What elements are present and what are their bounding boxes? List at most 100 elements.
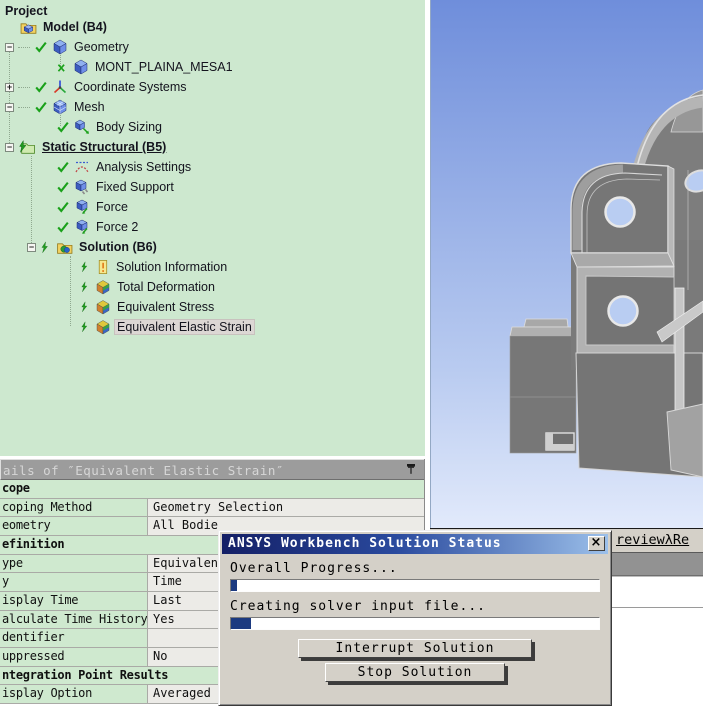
tree-item-label: Force 2 xyxy=(96,220,139,234)
result-cube-icon xyxy=(95,319,111,335)
body-cube-icon xyxy=(73,59,89,75)
tree-item-geometry[interactable]: − Geometry xyxy=(5,37,131,57)
lightning-icon xyxy=(80,280,91,294)
check-icon xyxy=(56,200,70,214)
overall-progress-label: Overall Progress... xyxy=(230,561,398,576)
tree-guide-line xyxy=(31,156,32,247)
tree-guide-line xyxy=(70,256,71,326)
solution-status-dialog: ANSYS Workbench Solution Status × Overal… xyxy=(218,530,612,706)
collapse-expander[interactable]: − xyxy=(5,42,14,52)
tree-item-model[interactable]: Model (B4) xyxy=(20,17,109,37)
solver-progress-fill xyxy=(231,618,252,629)
details-row-label: alculate Time History xyxy=(0,610,148,629)
tree-item-label: Equivalent Stress xyxy=(117,300,215,314)
tree-item-force-2[interactable]: Force 2 xyxy=(56,217,140,237)
details-section-label: cope xyxy=(0,480,424,498)
mesh-cube-icon xyxy=(52,99,68,115)
tree-item-label: Model (B4) xyxy=(43,20,107,34)
x-mark-icon xyxy=(56,61,69,74)
solver-progress-bar xyxy=(230,617,600,630)
force-icon xyxy=(74,219,90,235)
lightning-icon xyxy=(80,300,91,314)
tree-item-mesh[interactable]: − Mesh xyxy=(5,97,107,117)
geometry-cube-icon xyxy=(52,39,68,55)
check-icon xyxy=(56,120,70,134)
solution-information-icon xyxy=(95,259,110,275)
sizing-icon xyxy=(74,119,90,135)
details-row-value[interactable]: Geometry Selection xyxy=(148,498,424,517)
check-icon xyxy=(34,40,48,54)
details-row-label: y xyxy=(0,573,148,592)
fixed-support-icon xyxy=(74,179,90,195)
stop-solution-button[interactable]: Stop Solution xyxy=(325,663,505,682)
interrupt-solution-button[interactable]: Interrupt Solution xyxy=(298,639,532,658)
details-row-label: dentifier xyxy=(0,629,148,648)
tree-item-label: MONT_PLAINA_MESA1 xyxy=(95,60,233,74)
tree-item-coordinate-systems[interactable]: + Coordinate Systems xyxy=(5,77,189,97)
lightning-icon xyxy=(80,320,91,334)
graphics-viewport[interactable] xyxy=(430,0,703,529)
tree-item-label: Solution Information xyxy=(116,260,228,274)
details-row-label: eometry xyxy=(0,517,148,536)
check-icon xyxy=(34,80,48,94)
solver-step-label: Creating solver input file... xyxy=(230,599,486,614)
details-row-label: ype xyxy=(0,554,148,573)
solution-folder-icon xyxy=(56,239,73,256)
tree-item-solution[interactable]: − Solution (B6) xyxy=(27,237,159,257)
details-title-bar: ails of ″Equivalent Elastic Strain″ xyxy=(0,459,424,480)
overall-progress-fill xyxy=(231,580,237,591)
pin-icon[interactable] xyxy=(405,463,417,475)
tree-item-label: Mesh xyxy=(74,100,105,114)
details-row-label: isplay Time xyxy=(0,592,148,610)
collapse-expander[interactable]: − xyxy=(5,102,14,112)
expand-expander[interactable]: + xyxy=(5,82,14,92)
tree-item-equivalent-elastic-strain[interactable]: Equivalent Elastic Strain xyxy=(80,317,255,337)
force-icon xyxy=(74,199,90,215)
viewport-3d-model[interactable] xyxy=(431,0,703,528)
tab-report-preview[interactable]: reviewλRe xyxy=(616,532,689,548)
dialog-title-bar[interactable]: ANSYS Workbench Solution Status × xyxy=(222,534,608,554)
result-cube-icon xyxy=(95,279,111,295)
details-row-label: coping Method xyxy=(0,498,148,517)
tree-connector xyxy=(18,86,30,88)
tree-item-analysis-settings[interactable]: Analysis Settings xyxy=(56,157,193,177)
details-row[interactable]: coping Method Geometry Selection xyxy=(0,498,424,518)
coordinate-axes-icon xyxy=(52,79,68,95)
tree-item-body-sizing[interactable]: Body Sizing xyxy=(56,117,164,137)
tree-item-label: Analysis Settings xyxy=(96,160,192,174)
tree-item-mont-plaina-mesa1[interactable]: MONT_PLAINA_MESA1 xyxy=(56,57,235,77)
tree-item-label: Force xyxy=(96,200,128,214)
tree-item-label: Total Deformation xyxy=(117,280,215,294)
tree-connector xyxy=(18,46,30,48)
dialog-title-text: ANSYS Workbench Solution Status xyxy=(228,536,502,551)
details-section-row: cope xyxy=(0,480,424,499)
tree-item-label: Static Structural (B5) xyxy=(42,140,167,154)
tree-item-fixed-support[interactable]: Fixed Support xyxy=(56,177,176,197)
tree-item-force[interactable]: Force xyxy=(56,197,130,217)
tree-item-solution-information[interactable]: Solution Information xyxy=(80,257,229,277)
lightning-icon xyxy=(80,260,91,274)
close-icon[interactable]: × xyxy=(588,536,605,551)
outline-tree-panel: Project Model (B4) − Geometry MONT_PLAIN… xyxy=(0,0,425,456)
tree-item-total-deformation[interactable]: Total Deformation xyxy=(80,277,217,297)
lightning-icon xyxy=(40,240,52,255)
tree-connector xyxy=(18,106,30,108)
analysis-settings-icon xyxy=(74,159,90,175)
collapse-expander[interactable]: − xyxy=(5,142,14,152)
check-icon xyxy=(56,180,70,194)
tree-item-equivalent-stress[interactable]: Equivalent Stress xyxy=(80,297,216,317)
check-icon xyxy=(56,220,70,234)
collapse-expander[interactable]: − xyxy=(27,242,36,252)
details-row-label: uppressed xyxy=(0,648,148,666)
tree-item-static-structural[interactable]: − Static Structural (B5) xyxy=(5,137,168,157)
details-row-label: isplay Option xyxy=(0,685,148,704)
model-folder-icon xyxy=(20,19,37,36)
static-structural-icon xyxy=(18,139,36,156)
tree-item-label: Project xyxy=(5,4,48,18)
tree-item-label: Equivalent Elastic Strain xyxy=(114,319,255,335)
check-icon xyxy=(56,160,70,174)
details-title-text: ails of ″Equivalent Elastic Strain″ xyxy=(3,463,284,478)
check-icon xyxy=(34,100,48,114)
result-cube-icon xyxy=(95,299,111,315)
tree-item-label: Geometry xyxy=(74,40,129,54)
